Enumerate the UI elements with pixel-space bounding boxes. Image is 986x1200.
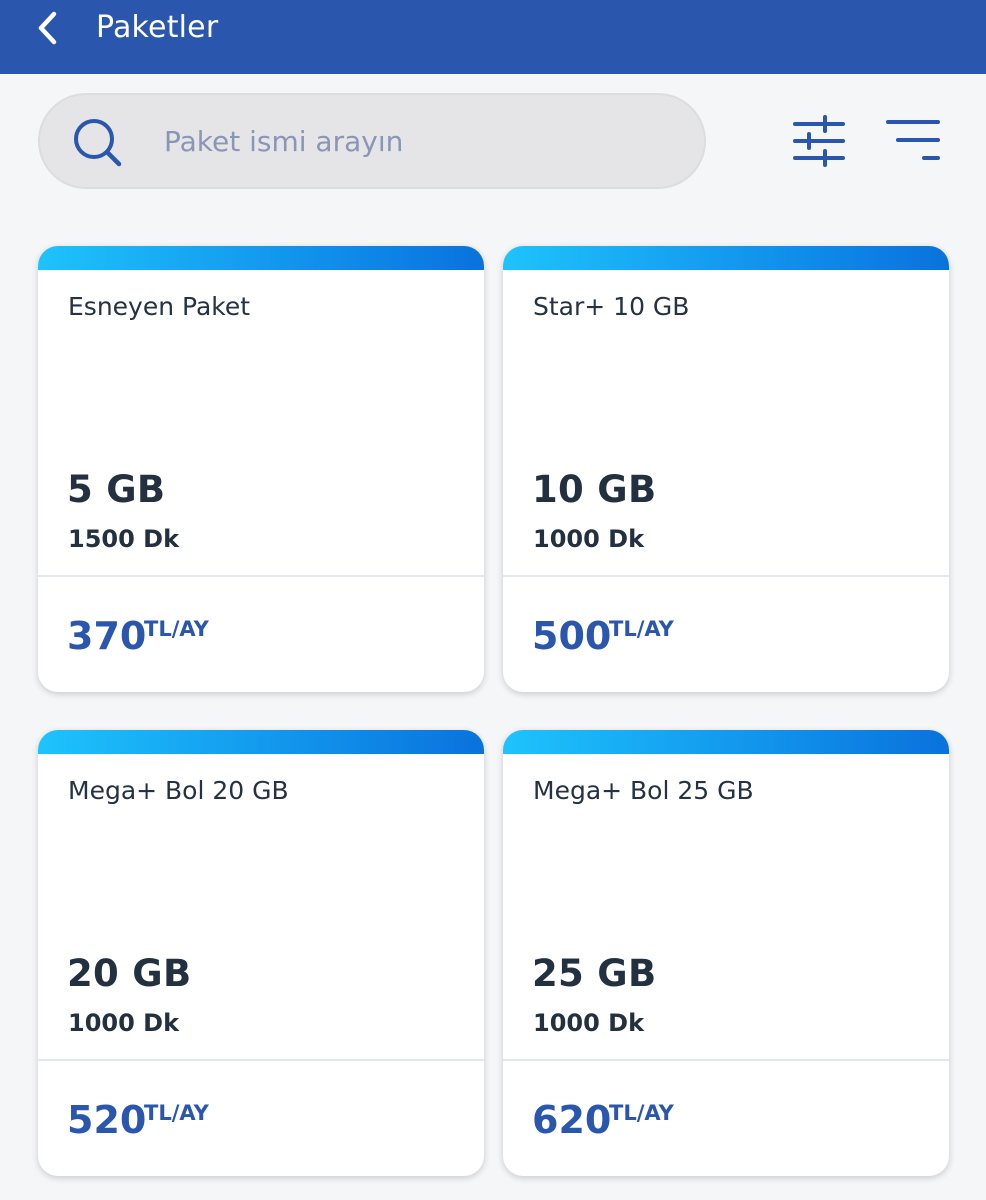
page-title: Paketler	[96, 10, 219, 45]
price-unit: TL/AY	[609, 617, 674, 641]
card-divider	[503, 575, 949, 577]
card-divider	[38, 1059, 484, 1061]
card-accent-bar	[503, 246, 949, 270]
search-bar[interactable]	[38, 93, 706, 189]
card-accent-bar	[503, 730, 949, 754]
package-name: Mega+ Bol 25 GB	[533, 776, 754, 805]
package-name: Star+ 10 GB	[533, 292, 690, 321]
package-data: 20 GB	[67, 952, 192, 995]
search-icon	[74, 119, 122, 167]
card-accent-bar	[38, 730, 484, 754]
card-divider	[503, 1059, 949, 1061]
package-minutes: 1000 Dk	[533, 1009, 645, 1037]
search-input[interactable]	[164, 115, 664, 167]
package-card-2[interactable]: Star+ 10 GB 10 GB 1000 Dk 500 TL/AY	[503, 246, 949, 692]
sliders-icon	[793, 115, 845, 167]
package-card-1[interactable]: Esneyen Paket 5 GB 1500 Dk 370 TL/AY	[38, 246, 484, 692]
package-minutes: 1000 Dk	[68, 1009, 180, 1037]
package-price: 500	[532, 614, 612, 658]
package-name: Esneyen Paket	[68, 292, 251, 321]
package-card-3[interactable]: Mega+ Bol 20 GB 20 GB 1000 Dk 520 TL/AY	[38, 730, 484, 1176]
filter-button[interactable]	[791, 114, 847, 168]
package-price: 620	[532, 1098, 612, 1142]
price-unit: TL/AY	[144, 617, 209, 641]
price-unit: TL/AY	[609, 1101, 674, 1125]
package-card-4[interactable]: Mega+ Bol 25 GB 25 GB 1000 Dk 620 TL/AY	[503, 730, 949, 1176]
package-data: 25 GB	[532, 952, 657, 995]
package-price: 370	[67, 614, 147, 658]
package-data: 5 GB	[67, 468, 166, 511]
sort-lines-icon	[886, 120, 940, 160]
card-accent-bar	[38, 246, 484, 270]
package-minutes: 1500 Dk	[68, 525, 180, 553]
package-data: 10 GB	[532, 468, 657, 511]
price-unit: TL/AY	[144, 1101, 209, 1125]
package-name: Mega+ Bol 20 GB	[68, 776, 289, 805]
card-divider	[38, 575, 484, 577]
chevron-left-icon	[38, 11, 57, 45]
back-button[interactable]	[30, 8, 70, 48]
app-header: Paketler	[0, 0, 986, 74]
sort-button[interactable]	[884, 114, 942, 166]
package-minutes: 1000 Dk	[533, 525, 645, 553]
package-price: 520	[67, 1098, 147, 1142]
